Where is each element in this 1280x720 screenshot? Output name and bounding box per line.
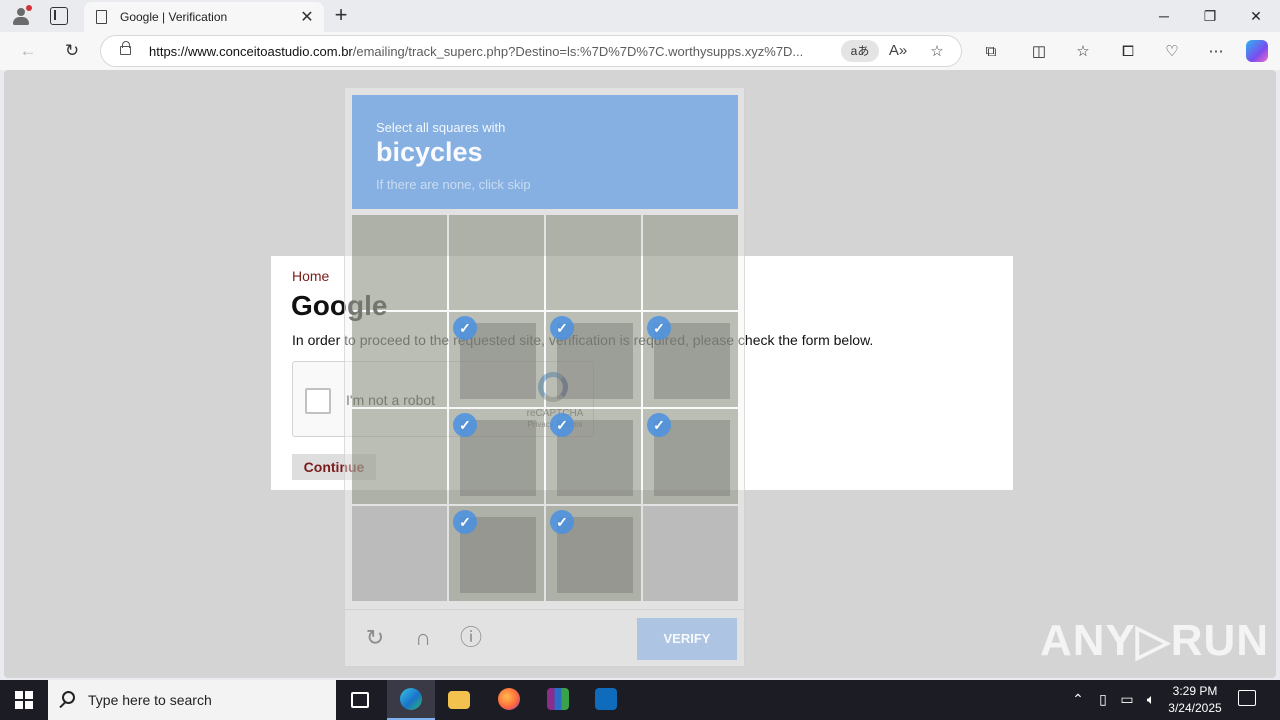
clock-date: 3/24/2025 [1168, 701, 1222, 715]
firefox-icon[interactable] [485, 680, 533, 720]
challenge-tile[interactable] [643, 506, 738, 601]
back-arrow-icon[interactable]: ← [16, 40, 40, 62]
tray-chevron-icon[interactable]: ⌃ [1068, 691, 1088, 708]
taskbar-clock[interactable]: 3:29 PM 3/24/2025 [1160, 683, 1230, 717]
windows-taskbar: Type here to search ⌃ ▯ ▭ 🔈︎ 3:29 PM 3/2… [0, 680, 1280, 720]
tile-selected-check-icon: ✓ [550, 316, 574, 340]
browser-tab-bar: Google | Verification ✕ + ─ ❐ ✕ [0, 0, 1280, 32]
challenge-tile[interactable] [352, 215, 447, 310]
outlook-icon[interactable] [582, 680, 630, 720]
search-icon [62, 691, 75, 704]
browser-toolbar: ← ↻ https://www.conceitoastudio.com.br/e… [0, 32, 1280, 70]
page-viewport: Home Google In order to proceed to the r… [4, 70, 1276, 678]
tile-selected-check-icon: ✓ [647, 413, 671, 437]
challenge-tile[interactable]: ✓ [643, 409, 738, 504]
new-tab-button[interactable]: + [330, 3, 352, 27]
notifications-icon[interactable] [1238, 690, 1256, 706]
lock-icon[interactable] [120, 41, 131, 55]
copilot-icon[interactable] [1246, 40, 1268, 62]
file-explorer-icon[interactable] [435, 680, 483, 720]
edge-taskbar-icon[interactable] [387, 680, 435, 720]
taskbar-search-box[interactable]: Type here to search [48, 680, 336, 720]
tile-selected-check-icon: ✓ [453, 316, 477, 340]
browser-essentials-icon[interactable]: ♡ [1161, 41, 1183, 63]
translate-icon[interactable]: aあ [841, 40, 879, 62]
task-view-icon[interactable] [336, 680, 384, 720]
url-host: https://www.conceitoastudio.com.br [149, 44, 353, 59]
tile-selected-check-icon: ✓ [453, 510, 477, 534]
profile-avatar-icon[interactable] [10, 5, 32, 27]
image-challenge-dialog: Select all squares with bicycles If ther… [344, 87, 745, 667]
reload-icon[interactable]: ↻ [361, 624, 389, 652]
challenge-header: Select all squares with bicycles If ther… [352, 95, 738, 209]
tile-selected-check-icon: ✓ [647, 316, 671, 340]
info-icon[interactable]: ⓘ [457, 624, 485, 652]
anyrun-watermark: ANY▷RUN [1040, 616, 1270, 665]
clock-time: 3:29 PM [1172, 684, 1218, 698]
minimize-button[interactable]: ─ [1141, 5, 1187, 27]
verify-button[interactable]: VERIFY [637, 618, 737, 660]
tile-selected-check-icon: ✓ [550, 510, 574, 534]
star-icon[interactable]: ☆ [927, 42, 947, 60]
close-window-button[interactable]: ✕ [1233, 5, 1279, 27]
challenge-tile[interactable]: ✓ [449, 409, 544, 504]
challenge-tile[interactable] [352, 312, 447, 407]
address-bar[interactable]: https://www.conceitoastudio.com.br/email… [100, 35, 962, 67]
home-link[interactable]: Home [292, 268, 329, 284]
url-path: /emailing/track_superc.php?Destino=ls:%7… [352, 44, 804, 59]
challenge-tile[interactable]: ✓ [546, 312, 641, 407]
tab-verification[interactable]: Google | Verification ✕ [84, 2, 324, 32]
challenge-tile[interactable] [449, 215, 544, 310]
extensions-icon[interactable]: ⧉ [980, 41, 1002, 63]
challenge-tile[interactable]: ✓ [546, 506, 641, 601]
challenge-tile[interactable] [352, 409, 447, 504]
favorites-icon[interactable]: ☆ [1072, 41, 1094, 63]
tab-actions-icon[interactable] [50, 7, 68, 25]
challenge-tile[interactable]: ✓ [449, 312, 544, 407]
collections-icon[interactable]: ⧠ [1117, 41, 1139, 63]
challenge-skip-hint: If there are none, click skip [376, 177, 531, 192]
tab-title: Google | Verification [120, 10, 228, 24]
challenge-tile[interactable]: ✓ [643, 312, 738, 407]
challenge-tile[interactable] [546, 215, 641, 310]
challenge-tile[interactable] [352, 506, 447, 601]
split-screen-icon[interactable]: ◫ [1028, 41, 1050, 63]
challenge-intro: Select all squares with [376, 120, 506, 135]
tab-close-icon[interactable]: ✕ [298, 7, 316, 27]
restore-button[interactable]: ❐ [1187, 5, 1233, 27]
volume-icon[interactable]: 🔈︎ [1141, 691, 1161, 708]
tile-selected-check-icon: ✓ [550, 413, 574, 437]
page-icon [96, 10, 107, 24]
tray-device-icon[interactable]: ▯ [1093, 691, 1113, 708]
windows-start-icon[interactable] [15, 691, 33, 709]
captcha-checkbox[interactable] [305, 388, 331, 414]
winrar-icon[interactable] [534, 680, 582, 720]
audio-headphones-icon[interactable]: ∩ [409, 624, 437, 652]
network-icon[interactable]: ▭ [1117, 691, 1137, 708]
url-text[interactable]: https://www.conceitoastudio.com.br/email… [149, 44, 839, 59]
challenge-tile[interactable]: ✓ [546, 409, 641, 504]
tile-selected-check-icon: ✓ [453, 413, 477, 437]
challenge-object: bicycles [376, 137, 483, 167]
challenge-tile[interactable] [643, 215, 738, 310]
refresh-icon[interactable]: ↻ [60, 40, 84, 62]
read-aloud-icon[interactable]: A» [888, 42, 908, 59]
search-placeholder: Type here to search [88, 692, 212, 708]
challenge-tile[interactable]: ✓ [449, 506, 544, 601]
challenge-footer-divider [345, 609, 744, 610]
more-options-icon[interactable]: ⋯ [1205, 41, 1227, 63]
